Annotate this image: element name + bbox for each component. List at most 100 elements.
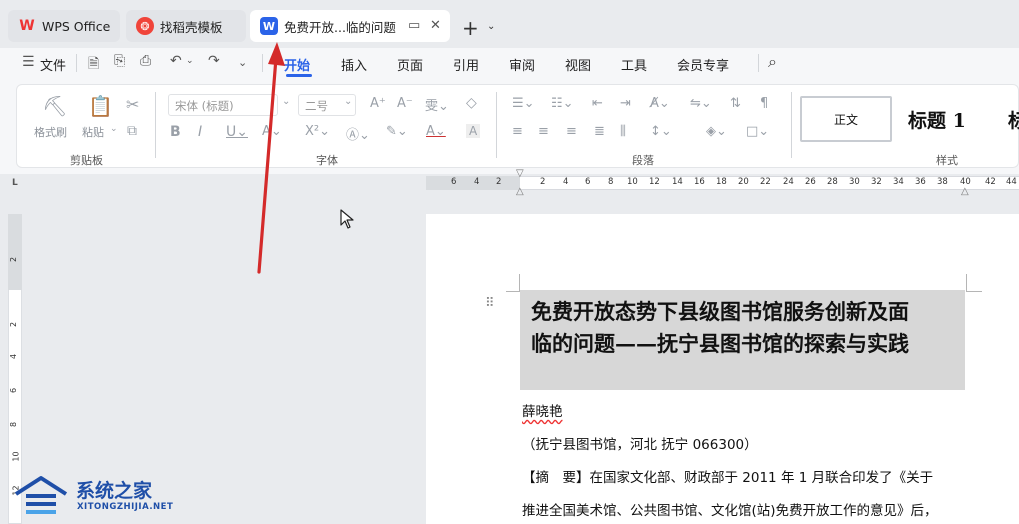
menu-tools[interactable]: 工具 [621, 55, 647, 74]
watermark-name: 系统之家 [76, 480, 153, 502]
chinese-layout-icon[interactable]: A̸⌄ [650, 96, 670, 111]
paste-label[interactable]: 粘贴 [82, 124, 104, 140]
export-icon[interactable]: ⎘ [114, 53, 125, 69]
font-color-icon[interactable]: A⌄ [426, 124, 446, 139]
left-indent-marker[interactable]: △ [516, 186, 524, 197]
first-line-indent-marker[interactable]: ▽ [516, 168, 524, 179]
vruler-tick: 2 [9, 256, 19, 263]
highlight-icon[interactable]: ✎⌄ [386, 124, 408, 139]
ruler-tick: 44 [1006, 177, 1017, 187]
watermark-house-logo-icon [14, 476, 68, 514]
font-group-label: 字体 [316, 154, 338, 167]
justify-icon[interactable]: ≣ [594, 124, 605, 139]
redo-icon[interactable]: ↷ [208, 53, 220, 69]
ruler-tick: 16 [694, 177, 705, 187]
ruler-tick: 38 [937, 177, 948, 187]
char-shading-icon[interactable]: A [466, 124, 481, 138]
shading-icon[interactable]: ◈⌄ [706, 124, 727, 139]
document-abstract-line-2[interactable]: 推进全国美术馆、公共图书馆、文化馆(站)免费开放工作的意见》后， [522, 499, 938, 519]
margin-corner-mark [966, 274, 982, 292]
tab-docer-template[interactable]: ❂ 找稻壳模板 [126, 10, 246, 42]
menu-file[interactable]: 文件 [40, 55, 66, 74]
watermark-url: XITONGZHIJIA.NET [77, 502, 174, 512]
distributed-icon[interactable]: ⫼ [620, 124, 626, 139]
decrease-indent-icon[interactable]: ⇤ [592, 96, 603, 111]
align-center-icon[interactable]: ≡ [538, 124, 549, 139]
tab-wps-office[interactable]: W WPS Office [8, 10, 120, 42]
ruler-tick: 28 [827, 177, 838, 187]
underline-icon[interactable]: U⌄ [226, 124, 248, 140]
text-direction-icon[interactable]: ⇋⌄ [690, 96, 712, 111]
menu-references[interactable]: 引用 [453, 55, 479, 74]
document-affiliation[interactable]: （抚宁县图书馆，河北 抚宁 066300） [522, 433, 758, 453]
ruler-tick: 14 [672, 177, 683, 187]
menu-insert[interactable]: 插入 [341, 55, 367, 74]
chevron-down-icon[interactable]: ⌄ [238, 56, 247, 69]
show-marks-icon[interactable]: ¶ [760, 96, 768, 111]
save-icon[interactable]: 🗎 [88, 53, 99, 77]
document-author[interactable]: 薛晓艳 [522, 400, 563, 420]
increase-indent-icon[interactable]: ⇥ [620, 96, 631, 111]
ruler-margin [426, 176, 520, 190]
superscript-icon[interactable]: X²⌄ [305, 124, 330, 139]
vertical-ruler-margin [8, 214, 22, 290]
ruler-tick: 6 [451, 177, 457, 187]
shrink-font-icon[interactable]: A⁻ [397, 96, 413, 111]
window-float-icon[interactable]: ▭ [408, 18, 420, 33]
align-left-icon[interactable]: ≡ [512, 124, 523, 139]
margin-corner-mark [506, 274, 520, 292]
ruler-tick: 12 [649, 177, 660, 187]
chevron-down-icon[interactable]: ⌄ [344, 96, 352, 107]
tab-label: 免费开放...临的问题 [284, 19, 396, 35]
menu-review[interactable]: 审阅 [509, 55, 535, 74]
style-heading2[interactable]: 标 [1008, 106, 1019, 133]
divider [76, 54, 77, 72]
paragraph-group-label: 段落 [632, 154, 654, 167]
undo-icon[interactable]: ↶ [170, 53, 182, 69]
vruler-tick: 6 [9, 387, 19, 394]
phonetic-guide-icon[interactable]: 雯⌄ [425, 95, 449, 114]
bold-icon[interactable]: B [170, 124, 181, 140]
styles-group-label: 样式 [936, 154, 958, 167]
tab-stop-selector[interactable]: L [12, 178, 18, 188]
paragraph-drag-handle-icon[interactable]: ⠿ [485, 297, 494, 310]
document-title-line-1[interactable]: 免费开放态势下县级图书馆服务创新及面 [531, 296, 909, 326]
ruler-tick: 4 [474, 177, 480, 187]
italic-icon[interactable]: I [198, 124, 202, 140]
menu-view[interactable]: 视图 [565, 55, 591, 74]
paste-icon[interactable]: 📋 [88, 94, 113, 118]
clear-format-icon[interactable]: ◇ [466, 95, 477, 111]
style-normal[interactable]: 正文 [800, 96, 892, 142]
ruler-tick: 32 [871, 177, 882, 187]
document-abstract-line-1[interactable]: 【摘 要】在国家文化部、财政部于 2011 年 1 月联合印发了《关于 [522, 466, 933, 486]
chevron-down-icon[interactable]: ⌄ [110, 124, 118, 134]
word-doc-icon: W [260, 17, 278, 35]
sort-icon[interactable]: ⇅ [730, 96, 741, 111]
vruler-tick: 10 [11, 451, 21, 462]
format-painter-label[interactable]: 格式刷 [34, 124, 67, 140]
search-icon[interactable]: ⌕ [768, 52, 777, 72]
tab-label: 找稻壳模板 [160, 19, 223, 35]
align-right-icon[interactable]: ≡ [566, 124, 577, 139]
text-effect-icon[interactable]: Ⓐ⌄ [346, 124, 370, 143]
menu-page[interactable]: 页面 [397, 55, 423, 74]
document-title-line-2[interactable]: 临的问题——抚宁县图书馆的探索与实践 [531, 328, 909, 358]
right-indent-marker[interactable]: △ [961, 186, 969, 197]
menu-member[interactable]: 会员专享 [677, 55, 729, 74]
hamburger-icon[interactable]: ☰ [22, 54, 35, 70]
numbered-list-icon[interactable]: ☷⌄ [551, 96, 574, 111]
chevron-down-icon[interactable]: ⌄ [186, 56, 194, 66]
format-painter-icon[interactable]: ⛏ [42, 94, 67, 118]
bullet-list-icon[interactable]: ☰⌄ [512, 96, 535, 111]
new-tab-plus-icon[interactable]: + [462, 16, 479, 40]
style-heading1[interactable]: 标题 1 [908, 106, 966, 133]
cut-icon[interactable]: ✂ [126, 95, 139, 114]
chevron-down-icon[interactable]: ⌄ [487, 21, 495, 32]
grow-font-icon[interactable]: A⁺ [370, 96, 386, 111]
print-preview-icon[interactable]: ⎙ [140, 53, 151, 69]
line-spacing-icon[interactable]: ↕⌄ [650, 124, 672, 139]
ruler-tick: 24 [783, 177, 794, 187]
border-icon[interactable]: □⌄ [746, 124, 769, 139]
copy-icon[interactable]: ⧉ [127, 123, 137, 139]
close-tab-icon[interactable]: ✕ [430, 18, 441, 33]
